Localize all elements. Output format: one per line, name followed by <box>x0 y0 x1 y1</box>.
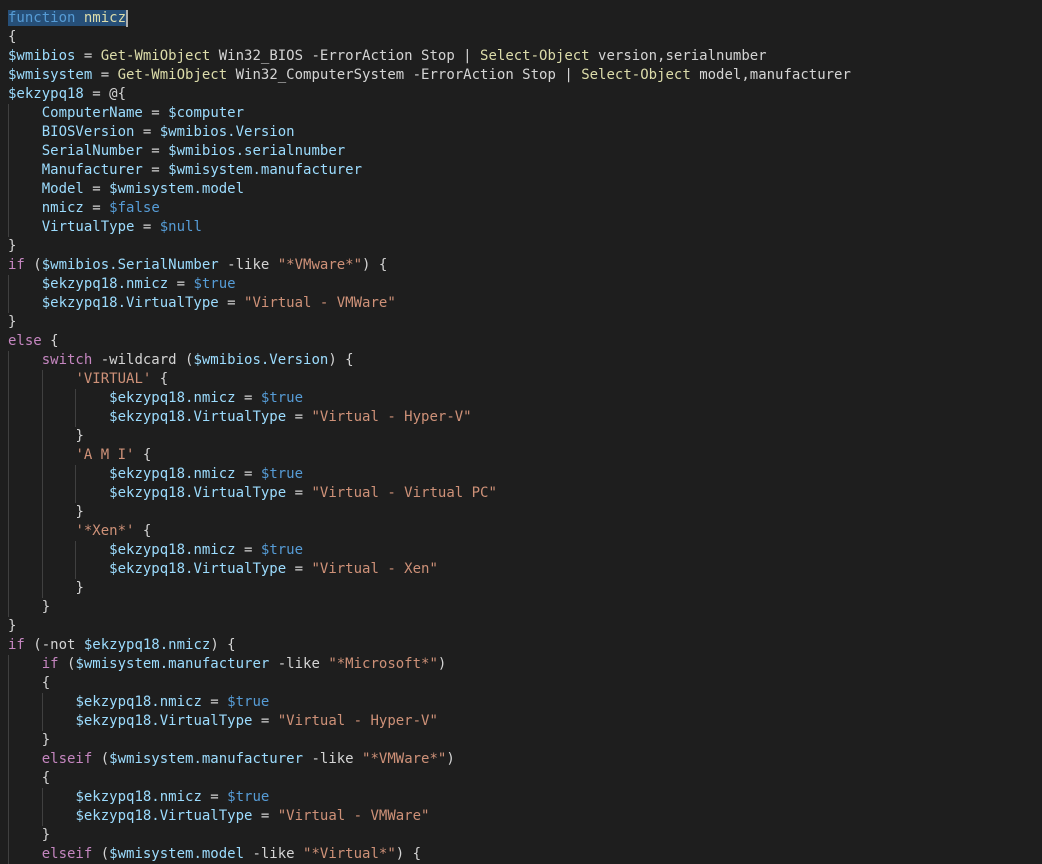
code-line[interactable]: $ekzypq18.VirtualType = "Virtual - VMWar… <box>8 807 851 826</box>
code-line[interactable]: } <box>8 237 851 256</box>
code-line[interactable]: nmicz = $false <box>8 199 851 218</box>
code-line[interactable]: if ($wmibios.SerialNumber -like "*VMware… <box>8 256 851 275</box>
code-editor[interactable]: function nmicz{$wmibios = Get-WmiObject … <box>8 9 851 864</box>
code-line[interactable]: { <box>8 28 851 47</box>
code-line[interactable]: BIOSVersion = $wmibios.Version <box>8 123 851 142</box>
code-line[interactable]: SerialNumber = $wmibios.serialnumber <box>8 142 851 161</box>
code-line[interactable]: $ekzypq18.VirtualType = "Virtual - Hyper… <box>8 712 851 731</box>
code-line[interactable]: $ekzypq18.VirtualType = "Virtual - Hyper… <box>8 408 851 427</box>
code-line[interactable]: } <box>8 427 851 446</box>
code-line[interactable]: $ekzypq18.nmicz = $true <box>8 389 851 408</box>
text-cursor <box>126 9 129 27</box>
code-line[interactable]: $wmibios = Get-WmiObject Win32_BIOS -Err… <box>8 47 851 66</box>
code-line[interactable]: $ekzypq18 = @{ <box>8 85 851 104</box>
code-line[interactable]: $ekzypq18.nmicz = $true <box>8 788 851 807</box>
code-line[interactable]: Manufacturer = $wmisystem.manufacturer <box>8 161 851 180</box>
code-line[interactable]: if (-not $ekzypq18.nmicz) { <box>8 636 851 655</box>
code-line[interactable]: $ekzypq18.nmicz = $true <box>8 693 851 712</box>
code-line[interactable]: switch -wildcard ($wmibios.Version) { <box>8 351 851 370</box>
code-line[interactable]: } <box>8 598 851 617</box>
code-line[interactable]: { <box>8 674 851 693</box>
code-line[interactable]: if ($wmisystem.manufacturer -like "*Micr… <box>8 655 851 674</box>
code-line[interactable]: $ekzypq18.VirtualType = "Virtual - VMWar… <box>8 294 851 313</box>
code-line[interactable]: { <box>8 769 851 788</box>
code-line[interactable]: VirtualType = $null <box>8 218 851 237</box>
code-line[interactable]: } <box>8 826 851 845</box>
code-line[interactable]: } <box>8 313 851 332</box>
code-line[interactable]: $ekzypq18.nmicz = $true <box>8 275 851 294</box>
code-line[interactable]: $ekzypq18.VirtualType = "Virtual - Xen" <box>8 560 851 579</box>
code-line[interactable]: function nmicz <box>8 9 851 28</box>
code-line[interactable]: ComputerName = $computer <box>8 104 851 123</box>
code-line[interactable]: 'VIRTUAL' { <box>8 370 851 389</box>
code-line[interactable]: } <box>8 617 851 636</box>
code-line[interactable]: 'A M I' { <box>8 446 851 465</box>
code-line[interactable]: $ekzypq18.VirtualType = "Virtual - Virtu… <box>8 484 851 503</box>
code-line[interactable]: '*Xen*' { <box>8 522 851 541</box>
code-line[interactable]: else { <box>8 332 851 351</box>
code-line[interactable]: elseif ($wmisystem.model -like "*Virtual… <box>8 845 851 864</box>
code-line[interactable]: $wmisystem = Get-WmiObject Win32_Compute… <box>8 66 851 85</box>
code-line[interactable]: $ekzypq18.nmicz = $true <box>8 465 851 484</box>
code-line[interactable]: Model = $wmisystem.model <box>8 180 851 199</box>
code-line[interactable]: } <box>8 731 851 750</box>
code-line[interactable]: $ekzypq18.nmicz = $true <box>8 541 851 560</box>
code-line[interactable]: } <box>8 503 851 522</box>
code-line[interactable]: elseif ($wmisystem.manufacturer -like "*… <box>8 750 851 769</box>
code-line[interactable]: } <box>8 579 851 598</box>
